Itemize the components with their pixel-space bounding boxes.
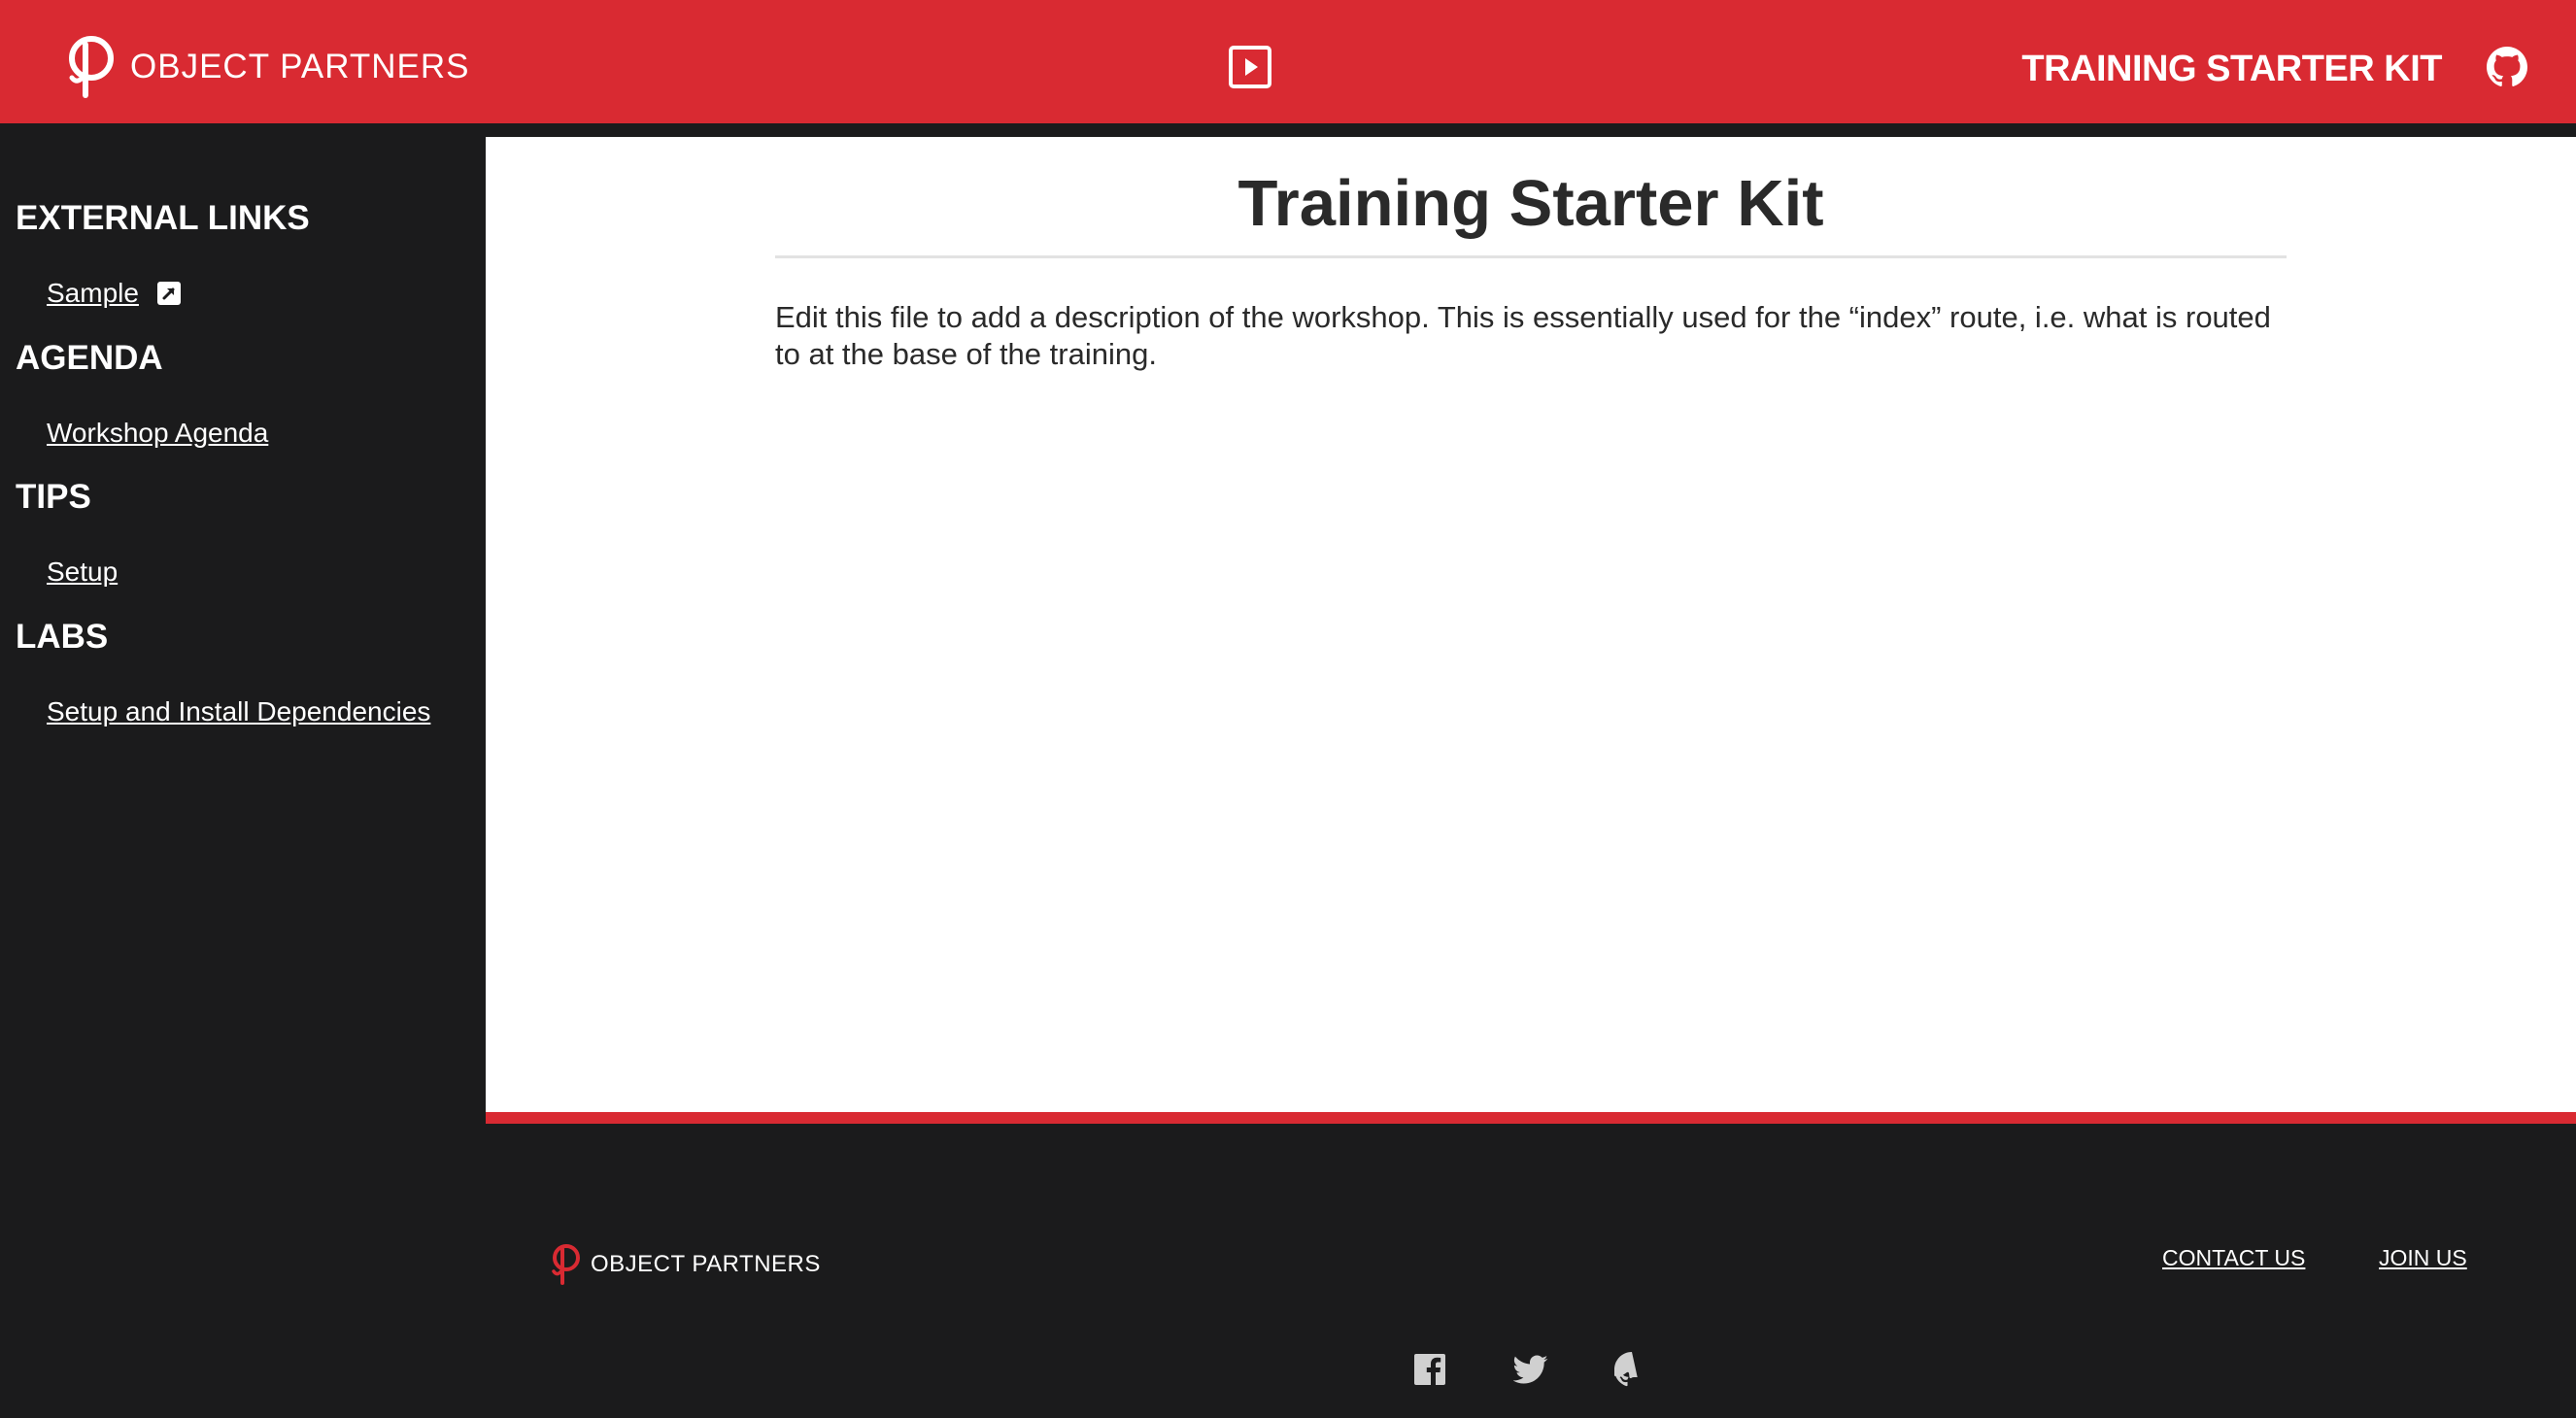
join-us-link[interactable]: JOIN US [2379, 1243, 2467, 1272]
footer-logo-text: OBJECT PARTNERS [591, 1251, 821, 1277]
object-partners-p-icon [552, 1244, 580, 1285]
top-header: OBJECT PARTNERS TRAINING STARTER KIT [0, 0, 2576, 123]
twitter-icon [1513, 1355, 1548, 1384]
presentation-mode-button[interactable] [1228, 45, 1272, 89]
github-icon [1614, 1352, 1638, 1387]
header-github-link[interactable] [2487, 47, 2527, 87]
sidebar-section-tips: TIPS Setup [16, 476, 472, 589]
sidebar-link-sample[interactable]: Sample [47, 277, 182, 310]
twitter-link[interactable] [1513, 1352, 1548, 1387]
sidebar-link-setup-and-install-dependencies[interactable]: Setup and Install Dependencies [47, 695, 430, 728]
kit-title-link[interactable]: TRAINING STARTER KIT [2021, 45, 2442, 93]
sidebar-link-workshop-agenda[interactable]: Workshop Agenda [47, 417, 268, 450]
object-partners-logo[interactable]: OBJECT PARTNERS [58, 35, 470, 99]
sidebar-nav: EXTERNAL LINKS Sample AGENDA Workshop Ag… [0, 137, 486, 1418]
sidebar-section-labs: LABS Setup and Install Dependencies [16, 616, 472, 728]
main-content: Training Starter Kit Edit this file to a… [486, 137, 2576, 1112]
footer-object-partners-logo[interactable]: OBJECT PARTNERS [546, 1243, 821, 1286]
page-title: Training Starter Kit [775, 164, 2287, 258]
sidebar-link-label: Setup [47, 557, 119, 587]
facebook-icon [1414, 1354, 1445, 1385]
sidebar-link-label: Workshop Agenda [47, 418, 269, 448]
play-square-icon [1229, 46, 1271, 88]
footer-github-link[interactable] [1614, 1352, 1649, 1387]
header-divider [0, 123, 2576, 137]
contact-us-link[interactable]: CONTACT US [2162, 1243, 2305, 1272]
sidebar-heading: TIPS [16, 478, 91, 516]
sidebar-heading: EXTERNAL LINKS [16, 199, 310, 237]
header-logo-text: OBJECT PARTNERS [130, 48, 470, 85]
facebook-link[interactable] [1412, 1352, 1447, 1387]
sidebar-heading: AGENDA [16, 339, 163, 377]
content-bottom-accent [486, 1112, 2576, 1124]
sidebar-heading: LABS [16, 618, 109, 656]
workshop-description: Edit this file to add a description of t… [775, 300, 2271, 371]
document-body: Training Starter Kit Edit this file to a… [775, 164, 2287, 373]
sidebar-link-setup[interactable]: Setup [47, 556, 118, 589]
sidebar-link-label: Setup and Install Dependencies [47, 696, 431, 726]
github-icon [2487, 47, 2527, 86]
sidebar-section-external-links: EXTERNAL LINKS Sample [16, 197, 472, 310]
sidebar-link-label: Sample [47, 278, 139, 308]
object-partners-p-icon [69, 36, 114, 98]
external-link-icon [156, 281, 182, 306]
sidebar-section-agenda: AGENDA Workshop Agenda [16, 337, 472, 450]
